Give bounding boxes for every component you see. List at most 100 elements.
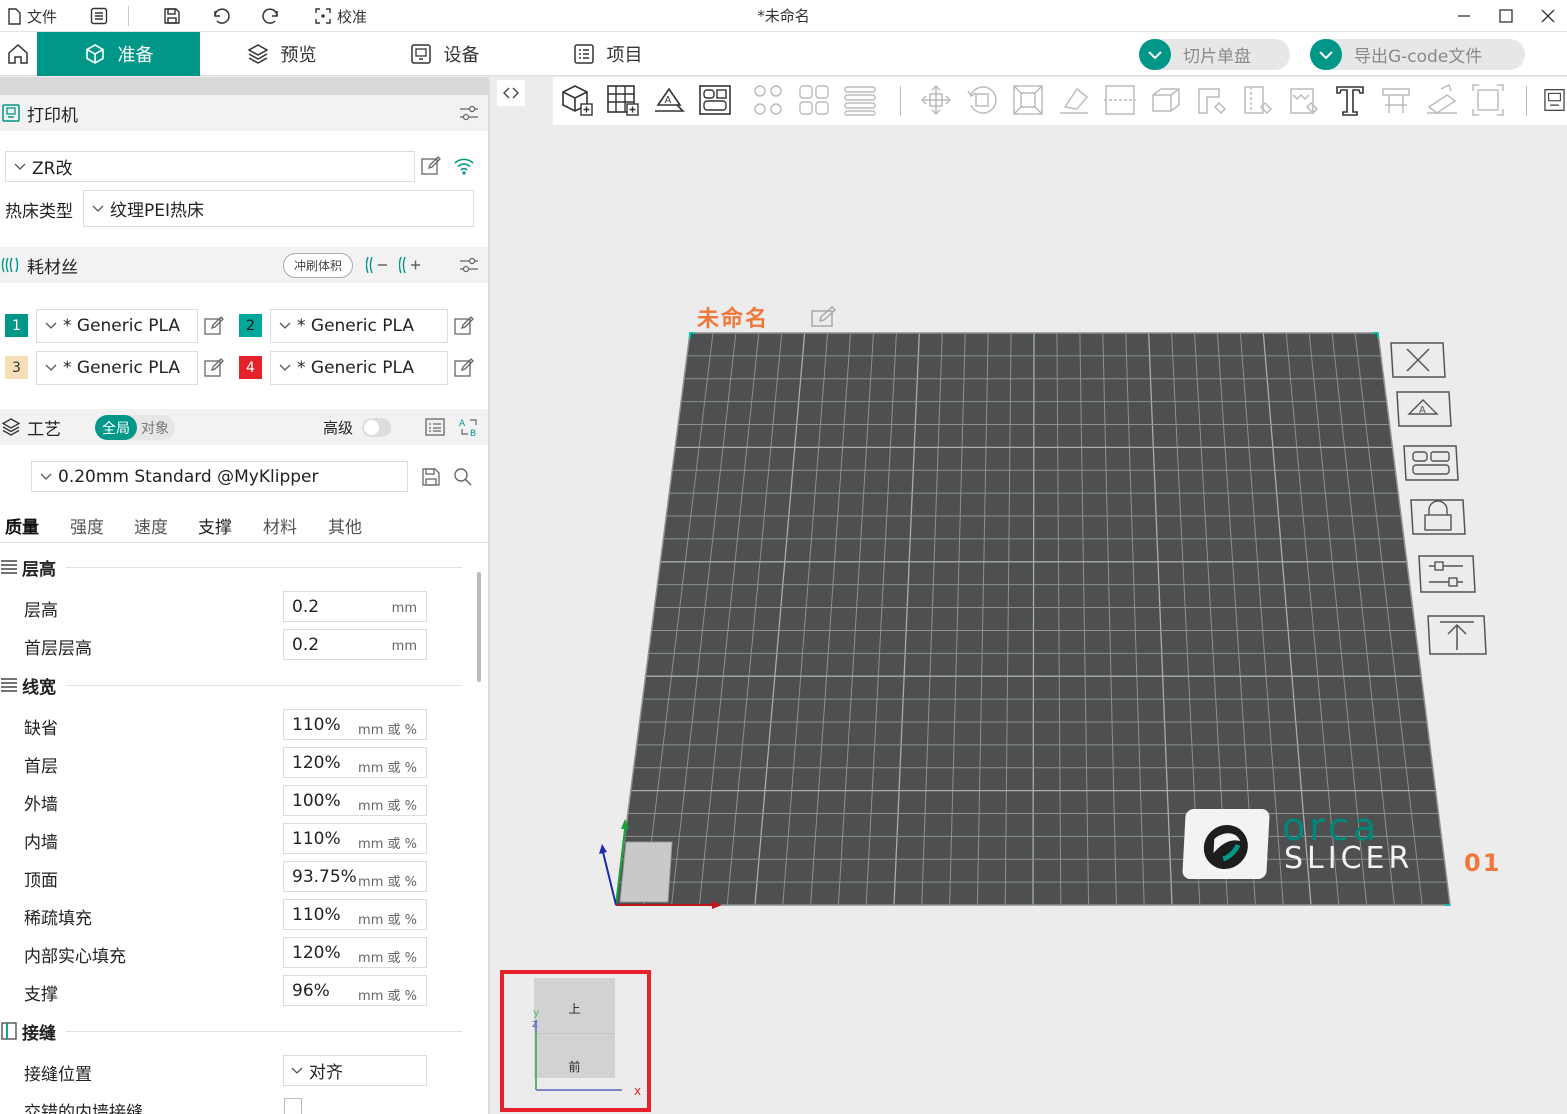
support-painting-icon[interactable]	[1194, 82, 1230, 118]
setting-row: 支撑 96% mm 或 %	[0, 975, 470, 1007]
save-preset-icon[interactable]	[420, 466, 442, 488]
filament-slot-1-select[interactable]: * Generic PLA	[36, 309, 198, 343]
setting-input[interactable]: 110% mm 或 %	[283, 709, 427, 740]
plate-settings-icon[interactable]	[1417, 552, 1477, 596]
wifi-icon[interactable]	[453, 155, 475, 177]
subtab-support[interactable]: 支撑	[198, 513, 232, 538]
filament-slot-3-select[interactable]: * Generic PLA	[36, 351, 198, 385]
setting-input[interactable]: 120% mm 或 %	[283, 747, 427, 778]
setting-input[interactable]: 100% mm 或 %	[283, 785, 427, 816]
export-gcode-button[interactable]: 导出G-code文件	[1310, 39, 1525, 70]
seam-painting-icon[interactable]	[1240, 82, 1276, 118]
edit-filament-2-icon[interactable]	[453, 315, 475, 337]
tab-project[interactable]: 项目	[526, 32, 689, 76]
chevron-down-icon[interactable]	[1139, 39, 1171, 70]
more-tools-icon[interactable]	[1542, 82, 1567, 118]
setting-input[interactable]: 93.75% mm 或 %	[283, 861, 427, 892]
setting-input[interactable]: 120% mm 或 %	[283, 937, 427, 968]
move-plate-to-top-icon[interactable]	[1426, 612, 1488, 658]
assembly-icon[interactable]	[1378, 82, 1414, 118]
file-menu[interactable]: 文件	[6, 0, 57, 32]
edit-filament-1-icon[interactable]	[203, 315, 225, 337]
maximize-button[interactable]	[1482, 0, 1530, 32]
setting-input[interactable]: 110% mm 或 %	[283, 823, 427, 854]
rotate-tool-icon[interactable]	[964, 82, 1000, 118]
scope-object[interactable]: 对象	[137, 415, 173, 440]
tab-prepare[interactable]: 准备	[37, 32, 200, 76]
chevron-down-icon[interactable]	[1310, 39, 1342, 70]
redo-button[interactable]	[261, 0, 286, 32]
save-button[interactable]	[163, 0, 186, 32]
process-preset-select[interactable]: 0.20mm Standard @MyKlipper	[31, 461, 408, 492]
add-object-icon[interactable]	[559, 82, 595, 118]
staggered-seam-checkbox[interactable]	[284, 1098, 302, 1114]
setting-value: 100%	[292, 791, 341, 811]
filament-slot-4-select[interactable]: * Generic PLA	[270, 351, 448, 385]
subtab-material[interactable]: 材料	[263, 513, 297, 538]
printer-settings-icon[interactable]	[458, 102, 480, 124]
undo-button[interactable]	[211, 0, 236, 32]
compare-list-icon[interactable]	[424, 416, 446, 438]
text-tool-icon[interactable]	[1332, 82, 1368, 118]
advanced-toggle[interactable]	[362, 418, 391, 437]
slice-plate-button[interactable]: 切片单盘	[1139, 39, 1290, 70]
arrange-icon[interactable]	[697, 82, 733, 118]
cut-tool-icon[interactable]	[1102, 82, 1138, 118]
flush-volume-button[interactable]: 冲刷体积	[283, 253, 353, 278]
subtab-strength[interactable]: 强度	[70, 513, 104, 538]
edit-filament-3-icon[interactable]	[203, 357, 225, 379]
layers-editing-icon[interactable]	[842, 82, 878, 118]
setting-input[interactable]: 0.2 mm	[283, 629, 427, 660]
edit-filament-4-icon[interactable]	[453, 357, 475, 379]
fuzzy-skin-painting-icon[interactable]	[1286, 82, 1322, 118]
delete-plate-icon[interactable]	[1389, 339, 1447, 381]
lock-plate-icon[interactable]	[1409, 496, 1467, 538]
setting-input[interactable]: 110% mm 或 %	[283, 899, 427, 930]
split-objects-icon[interactable]	[750, 82, 786, 118]
settings-sidebar: 打印机 ZR改 热床类型 纹理PEI热床 耗材丝 冲刷体积 1 * Generi…	[0, 77, 490, 1114]
svg-text:A: A	[665, 95, 672, 106]
filament-settings-icon[interactable]	[458, 254, 480, 276]
tab-device[interactable]: 设备	[363, 32, 526, 76]
subtab-quality[interactable]: 质量	[5, 513, 39, 538]
plate-title: 未命名	[697, 307, 770, 332]
filament-slot-2-select[interactable]: * Generic PLA	[270, 309, 448, 343]
split-parts-icon[interactable]	[796, 82, 832, 118]
setting-input[interactable]: 0.2 mm	[283, 591, 427, 622]
printer-select[interactable]: ZR改	[5, 151, 415, 182]
fit-to-view-icon[interactable]	[1470, 82, 1506, 118]
edit-plate-name-icon[interactable]	[810, 305, 840, 329]
menu-button[interactable]	[90, 0, 113, 32]
scale-tool-icon[interactable]	[1010, 82, 1046, 118]
search-icon[interactable]	[452, 466, 474, 488]
arrange-plate-icon[interactable]	[1402, 442, 1460, 484]
auto-orient-icon[interactable]: A	[651, 82, 687, 118]
seam-position-select[interactable]: 对齐	[283, 1055, 427, 1086]
home-button[interactable]	[0, 32, 36, 76]
compare-ab-icon[interactable]: AB	[457, 416, 481, 438]
scope-switch[interactable]: 全局 对象	[95, 415, 175, 440]
scope-global[interactable]: 全局	[95, 415, 137, 440]
minimize-button[interactable]	[1440, 0, 1488, 32]
remove-filament-icon[interactable]	[366, 254, 390, 276]
sidebar-scrollbar[interactable]	[477, 572, 481, 682]
lay-on-face-icon[interactable]	[1056, 82, 1092, 118]
setting-input[interactable]: 96% mm 或 %	[283, 975, 427, 1006]
auto-orient-plate-icon[interactable]: A	[1395, 388, 1453, 430]
close-button[interactable]	[1524, 0, 1567, 32]
measure-tool-icon[interactable]	[1424, 82, 1460, 118]
move-tool-icon[interactable]	[918, 82, 954, 118]
3d-viewport[interactable]: 未命名 orca slicer 01 A 上 前 x y z	[492, 77, 1567, 1114]
tab-preview[interactable]: 预览	[200, 32, 363, 76]
axis-z-label: z	[532, 1017, 538, 1030]
calibrate-menu[interactable]: 校准	[314, 0, 367, 32]
add-plate-icon[interactable]	[605, 82, 641, 118]
bed-type-select[interactable]: 纹理PEI热床	[83, 190, 474, 227]
process-subtabs: 质量 强度 速度 支撑 材料 其他	[0, 507, 488, 543]
subtab-other[interactable]: 其他	[328, 513, 362, 538]
edit-printer-icon[interactable]	[420, 155, 442, 177]
mesh-boolean-icon[interactable]	[1148, 82, 1184, 118]
subtab-speed[interactable]: 速度	[134, 513, 168, 538]
add-filament-icon[interactable]	[399, 254, 423, 276]
undo-icon	[214, 8, 230, 24]
